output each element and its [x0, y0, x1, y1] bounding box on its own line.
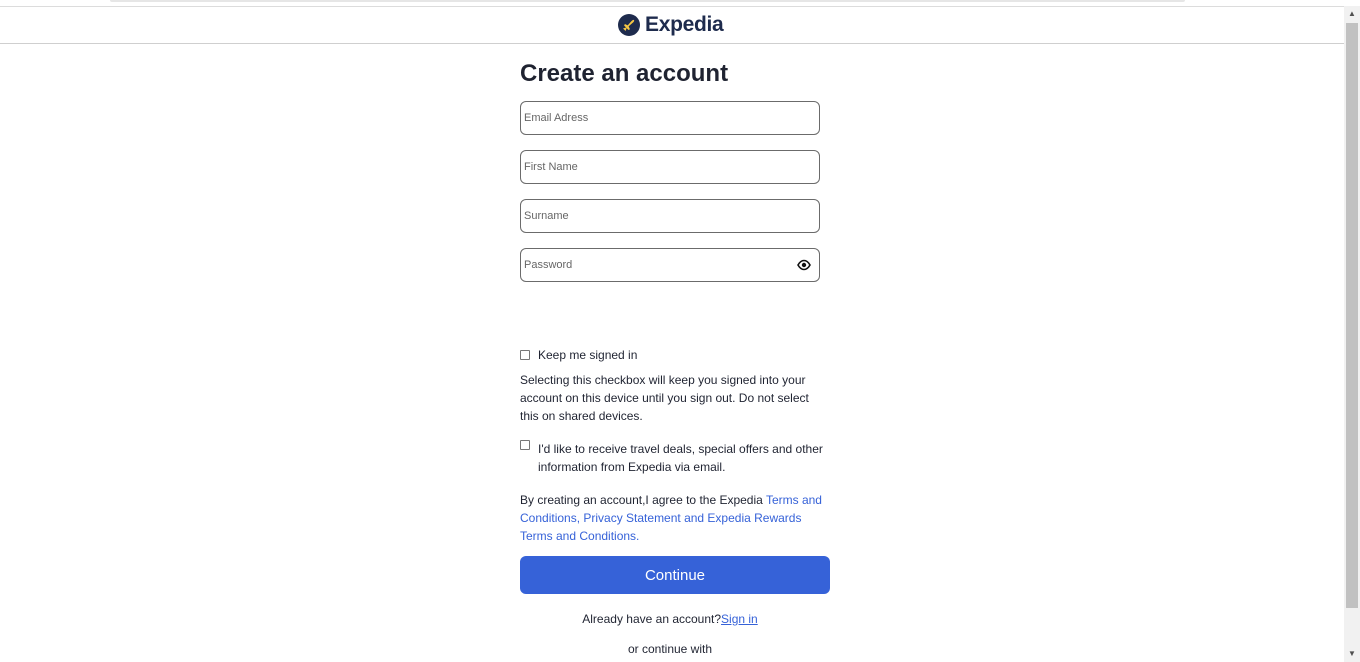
already-have-account: Already have an account?Sign in [520, 610, 820, 628]
eye-icon[interactable] [797, 258, 811, 271]
page: Expedia Create an account Keep me signe [0, 0, 1360, 662]
create-account-form: Create an account Keep me signed in Sele… [520, 55, 830, 656]
sign-in-link[interactable]: Sign in [721, 612, 758, 626]
password-input[interactable] [524, 250, 784, 280]
continue-with-text: or continue with [627, 642, 713, 656]
keep-signed-in-row: Keep me signed in [520, 346, 637, 364]
vertical-scrollbar[interactable]: ▲ ▼ [1344, 6, 1360, 662]
travel-deals-row: I'd like to receive travel deals, specia… [520, 438, 825, 476]
keep-signed-in-label: Keep me signed in [538, 348, 638, 362]
password-field[interactable] [520, 248, 820, 282]
keep-signed-in-help: Selecting this checkbox will keep you si… [520, 373, 809, 423]
scroll-up-arrow-icon[interactable]: ▲ [1344, 6, 1360, 22]
travel-deals-checkbox[interactable] [520, 440, 530, 450]
scroll-down-arrow-icon[interactable]: ▼ [1344, 646, 1360, 662]
plane-icon [618, 14, 640, 36]
keep-signed-in-checkbox[interactable] [520, 350, 530, 360]
browser-top-strip [110, 0, 1185, 2]
page-title: Create an account [520, 60, 729, 87]
email-input[interactable] [524, 103, 784, 133]
brand-name: Expedia [645, 13, 724, 36]
scrollbar-thumb[interactable] [1346, 23, 1358, 608]
header: Expedia [0, 6, 1344, 44]
first-name-input[interactable] [524, 152, 784, 182]
email-field[interactable] [520, 101, 820, 135]
terms-prefix: By creating an account,I agree to the Ex… [520, 493, 766, 507]
surname-input[interactable] [524, 201, 784, 231]
first-name-field[interactable] [520, 150, 820, 184]
continue-button[interactable]: Continue [520, 556, 830, 594]
terms-text: By creating an account,I agree to the Ex… [520, 491, 825, 545]
travel-deals-label: I'd like to receive travel deals, specia… [538, 442, 823, 474]
already-have-account-text: Already have an account? [582, 612, 722, 626]
expedia-logo[interactable]: Expedia [618, 12, 724, 38]
surname-field[interactable] [520, 199, 820, 233]
